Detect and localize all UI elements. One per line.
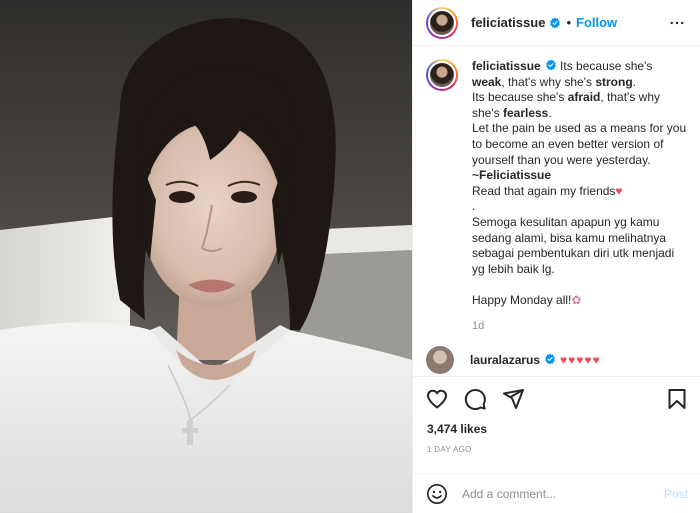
caption-line1c: , that's why she's (501, 74, 592, 89)
caption-strong: strong (595, 74, 633, 89)
heart-icon[interactable] (425, 387, 449, 411)
post-comment-button[interactable]: Post (664, 487, 688, 501)
post-sidebar: feliciatissue • Follow feliciatissue Its… (412, 0, 700, 513)
commenter-username[interactable]: lauralazarus (470, 353, 540, 367)
author-avatar[interactable] (426, 6, 458, 39)
action-bar (413, 377, 700, 421)
post-actions-section: 3,474 likes 1 DAY AGO (413, 376, 700, 454)
author-username[interactable]: feliciatissue (471, 15, 545, 30)
caption: feliciatissue Its because she's weak, th… (426, 59, 688, 334)
verified-icon (545, 59, 556, 71)
likes-count[interactable]: 3,474 likes (413, 421, 700, 437)
comment-row: lauralazarus ♥♥♥♥♥ (426, 346, 688, 375)
caption-afraid: afraid (567, 90, 601, 105)
post-header: feliciatissue • Follow (413, 0, 700, 46)
post-photo-art (0, 0, 412, 513)
caption-time[interactable]: 1d (472, 319, 688, 335)
caption-line2e: . (548, 105, 552, 120)
caption-line3: Let the pain be used as a means for you … (472, 121, 687, 167)
comment-icon[interactable] (463, 387, 487, 411)
comment-text: lauralazarus ♥♥♥♥♥ (470, 353, 601, 367)
caption-line5: Semoga kesulitan apapun yg kamu sedang a… (472, 214, 675, 276)
likes-count-text: 3,474 likes (427, 422, 488, 436)
caption-fearless: fearless (502, 105, 549, 120)
save-icon[interactable] (665, 387, 689, 411)
caption-line4: Read that again my friends (472, 183, 616, 198)
verified-icon (545, 353, 555, 365)
caption-avatar[interactable] (426, 59, 458, 91)
comments-list[interactable]: feliciatissue Its because she's weak, th… (413, 47, 700, 375)
posted-time[interactable]: 1 DAY AGO (413, 445, 700, 454)
share-icon[interactable] (501, 387, 525, 411)
add-comment-bar: Post (413, 473, 700, 513)
caption-username[interactable]: feliciatissue (472, 59, 541, 73)
heart-emoji-icon: ♥ (615, 183, 623, 198)
emoji-icon[interactable] (426, 483, 448, 505)
post-photo[interactable] (0, 0, 412, 513)
caption-line1a: Its because she's (560, 59, 653, 73)
comment-input[interactable] (462, 486, 664, 501)
caption-signature: ~Feliciatissue (472, 168, 552, 183)
follow-button[interactable]: Follow (576, 15, 617, 30)
caption-dot: . (472, 199, 476, 214)
comment-hearts: ♥♥♥♥♥ (560, 353, 601, 368)
caption-line6: Happy Monday all! (472, 292, 572, 307)
caption-weak: weak (472, 74, 502, 89)
commenter-avatar[interactable] (426, 346, 454, 375)
caption-text: feliciatissue Its because she's weak, th… (472, 59, 688, 334)
header-dot: • (566, 15, 571, 30)
flower-emoji-icon: ✿ (571, 292, 582, 307)
more-icon[interactable] (667, 14, 687, 32)
caption-line1e: . (632, 74, 637, 89)
caption-line2a: Its because she's (472, 90, 565, 105)
verified-icon (550, 17, 561, 28)
